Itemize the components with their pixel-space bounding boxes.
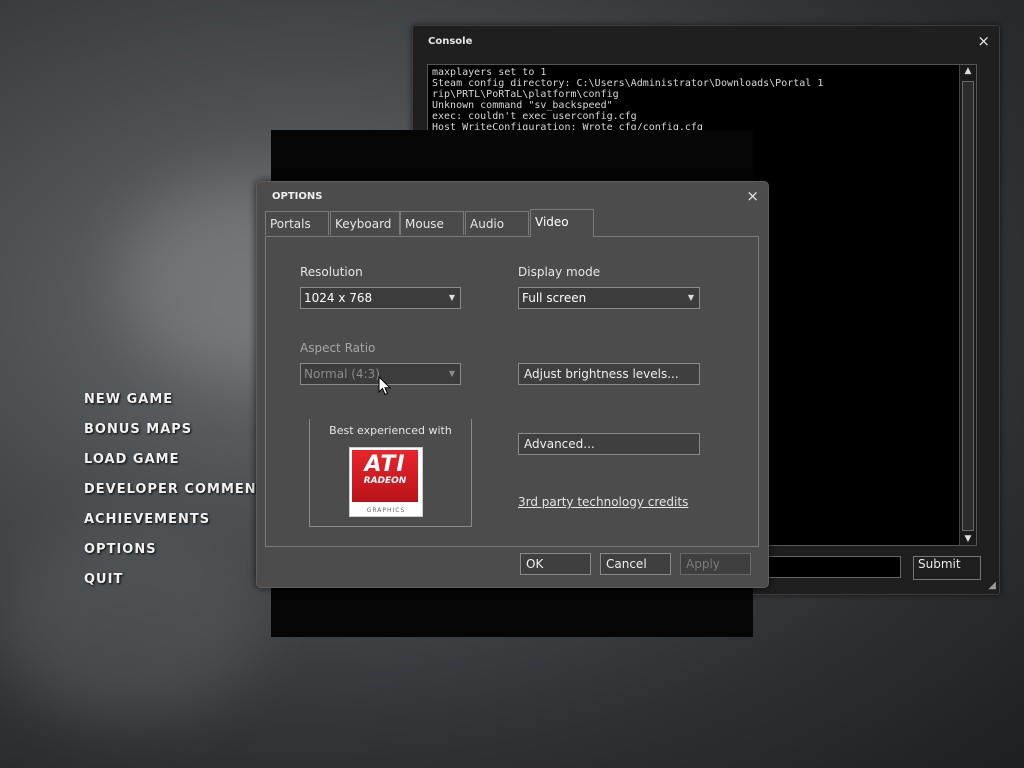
console-submit-button[interactable]: Submit xyxy=(913,556,981,580)
tab-mouse[interactable]: Mouse xyxy=(400,211,464,235)
tab-video[interactable]: Video xyxy=(530,209,594,237)
aspect-ratio-label: Aspect Ratio xyxy=(300,341,376,355)
main-menu: NEW GAME BONUS MAPS LOAD GAME DEVELOPER … xyxy=(84,391,277,601)
apply-button: Apply xyxy=(680,553,751,575)
video-settings-panel: Resolution 1024 x 768 ▼ Aspect Ratio Nor… xyxy=(265,236,759,547)
scroll-down-icon[interactable]: ▼ xyxy=(960,533,976,545)
ati-sub: RADEON xyxy=(363,476,407,486)
chevron-down-icon: ▼ xyxy=(448,293,455,302)
close-icon[interactable]: × xyxy=(977,32,990,50)
console-line: maxplayers set to 1 xyxy=(432,67,547,78)
chevron-down-icon: ▼ xyxy=(448,369,455,378)
menu-quit[interactable]: QUIT xyxy=(84,571,277,601)
console-title: Console xyxy=(428,36,473,47)
tab-audio[interactable]: Audio xyxy=(465,211,529,235)
tab-keyboard[interactable]: Keyboard xyxy=(330,211,400,235)
ati-logo-badge: ATI RADEON xyxy=(352,450,418,502)
menu-options[interactable]: OPTIONS xyxy=(84,541,277,571)
menu-bonus-maps[interactable]: BONUS MAPS xyxy=(84,421,277,451)
ati-promo-box: Best experienced with ATI RADEON GRAPHIC… xyxy=(309,419,472,527)
scroll-up-icon[interactable]: ▲ xyxy=(960,65,976,77)
options-title: OPTIONS xyxy=(272,191,323,202)
menu-achievements[interactable]: ACHIEVEMENTS xyxy=(84,511,277,541)
console-line: exec: couldn't exec userconfig.cfg xyxy=(432,111,637,122)
resolution-label: Resolution xyxy=(300,265,363,279)
ati-radeon-logo: ATI RADEON GRAPHICS xyxy=(349,447,423,517)
resolution-value: 1024 x 768 xyxy=(304,291,373,305)
chevron-down-icon: ▼ xyxy=(687,293,694,302)
display-mode-dropdown[interactable]: Full screen ▼ xyxy=(518,287,700,309)
resolution-dropdown[interactable]: 1024 x 768 ▼ xyxy=(300,287,461,309)
menu-load-game[interactable]: LOAD GAME xyxy=(84,451,277,481)
display-mode-label: Display mode xyxy=(518,265,601,279)
mouse-cursor-icon xyxy=(378,376,392,396)
menu-developer-commentary[interactable]: DEVELOPER COMMENTA xyxy=(84,481,277,511)
advanced-button[interactable]: Advanced... xyxy=(518,433,700,455)
console-line: Unknown command "sv_backspeed" xyxy=(432,100,613,111)
console-scrollbar[interactable]: ▲ ▼ xyxy=(959,65,976,545)
cancel-button[interactable]: Cancel xyxy=(600,553,671,575)
options-dialog: OPTIONS × Portals Keyboard Mouse Audio V… xyxy=(256,181,769,588)
adjust-brightness-button[interactable]: Adjust brightness levels... xyxy=(518,363,700,385)
display-mode-value: Full screen xyxy=(522,291,587,305)
ok-button[interactable]: OK xyxy=(520,553,591,575)
ati-caption: Best experienced with xyxy=(329,424,452,437)
console-line: Steam config directory: C:\Users\Adminis… xyxy=(432,78,824,89)
console-line: rip\PRTL\PoRTaL\platform\config xyxy=(432,89,619,100)
credits-link[interactable]: 3rd party technology credits xyxy=(518,495,688,509)
ati-brand: ATI xyxy=(364,452,406,477)
resize-grip-icon[interactable]: ◢ xyxy=(988,580,996,591)
aspect-ratio-value: Normal (4:3) xyxy=(304,367,380,381)
ati-tag: GRAPHICS xyxy=(366,507,406,514)
tab-portals[interactable]: Portals xyxy=(265,211,329,235)
scrollbar-thumb[interactable] xyxy=(962,81,974,531)
menu-new-game[interactable]: NEW GAME xyxy=(84,391,277,421)
close-icon[interactable]: × xyxy=(746,187,759,205)
